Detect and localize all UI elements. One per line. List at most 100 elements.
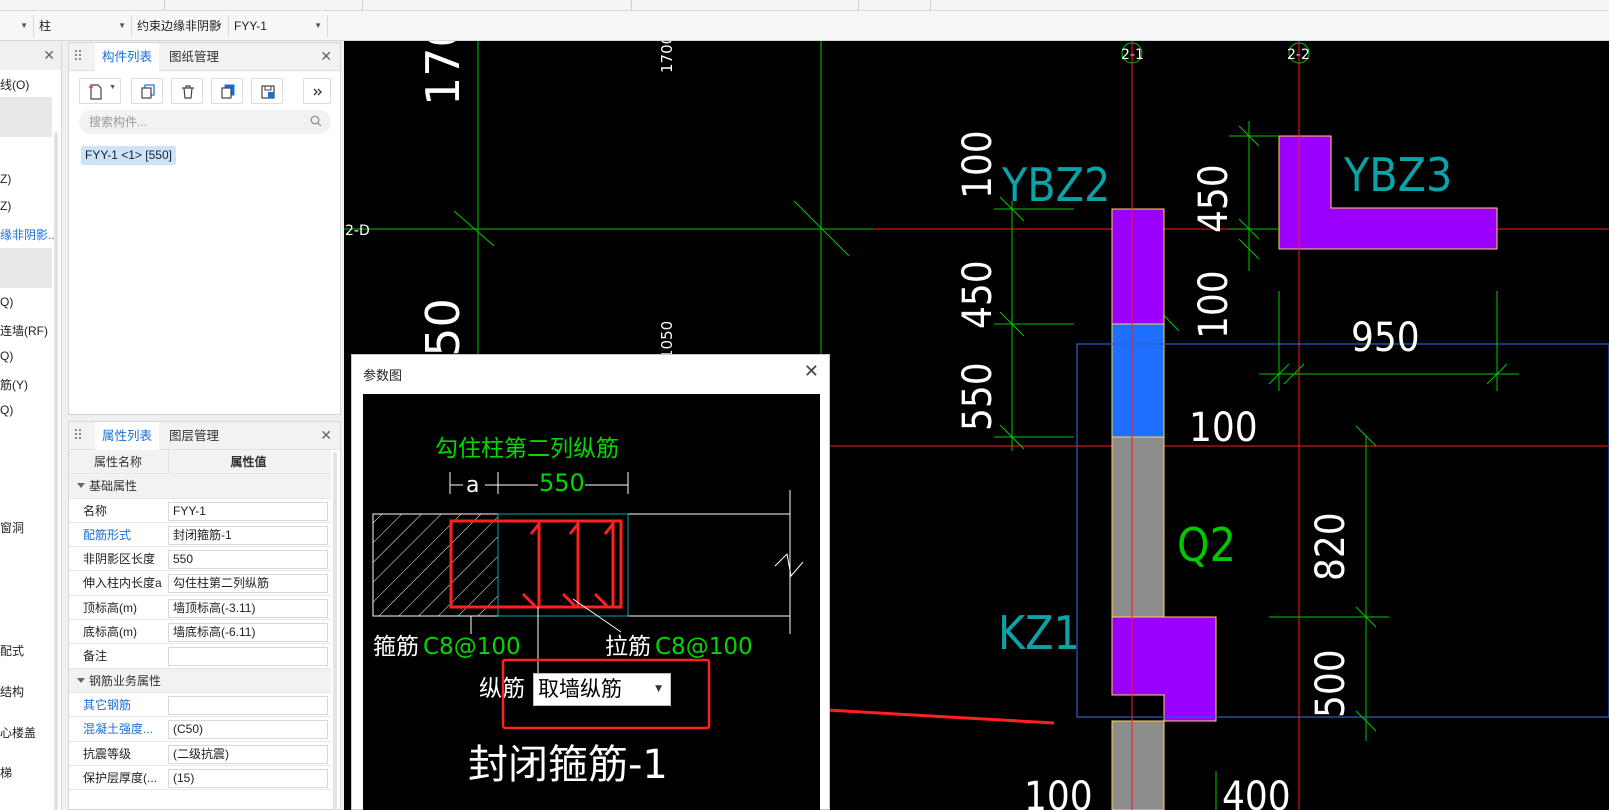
chevron-down-icon: ▼ xyxy=(118,21,126,30)
property-value-field[interactable] xyxy=(168,695,328,715)
property-value-field[interactable]: (15) xyxy=(168,768,328,788)
dimension-text: 100 xyxy=(955,130,1001,199)
nav-item[interactable]: 连墙(RF) xyxy=(0,322,48,339)
component-list-panel: 构件列表 图纸管理 ✕ ▼ 搜索构件... FYY-1 <1> [550] xyxy=(68,42,341,415)
copy-icon xyxy=(141,84,155,99)
drag-handle-icon[interactable] xyxy=(75,50,81,62)
property-row: 混凝土强度... (C50) xyxy=(69,717,331,742)
property-table: 属性名称 属性值 基础属性 名称 FYY-1 配筋形式 封闭箍筋-1 非阴影区长度 5… xyxy=(69,450,331,791)
nav-item[interactable]: 配式 xyxy=(0,642,24,659)
wall-segment[interactable] xyxy=(1111,436,1165,618)
dimension-text: 950 xyxy=(1351,315,1420,361)
wall-segment[interactable] xyxy=(1111,720,1165,810)
component-list-item[interactable]: FYY-1 <1> [550] xyxy=(81,146,176,165)
property-table-header: 属性名称 属性值 xyxy=(69,450,331,475)
panel-tabs: 属性列表 图层管理 ✕ xyxy=(69,422,340,451)
category-dropdown[interactable]: 柱 ▼ xyxy=(35,15,132,37)
tab-property-list[interactable]: 属性列表 xyxy=(95,422,160,451)
group-label: 钢筋业务属性 xyxy=(89,673,162,688)
property-name: 底标高(m) xyxy=(83,625,137,640)
property-name[interactable]: 混凝土强度... xyxy=(83,717,169,741)
property-name: 伸入柱内长度a xyxy=(83,576,162,591)
nav-item[interactable]: 心楼盖 xyxy=(0,724,36,741)
property-group-basic[interactable]: 基础属性 xyxy=(69,474,331,499)
nav-item[interactable]: Z) xyxy=(0,199,11,213)
dimension-a-label: a xyxy=(466,473,479,498)
tab-drawing-management[interactable]: 图纸管理 xyxy=(162,43,226,71)
nav-item[interactable]: Q) xyxy=(0,349,13,363)
type-dropdown[interactable]: 约束边缘非阴影 ▼ xyxy=(133,15,229,37)
property-name: 保护层厚度(... xyxy=(83,770,157,785)
nav-item[interactable]: 筋(Y) xyxy=(0,376,28,393)
collapse-triangle-icon[interactable] xyxy=(77,483,85,489)
dimension-text: 1700 xyxy=(658,41,676,73)
stirrup-value: C8@100 xyxy=(423,634,521,660)
wall-elements xyxy=(1111,135,1498,810)
element-label-q2: Q2 xyxy=(1177,518,1236,572)
property-value-field[interactable]: 550 xyxy=(168,550,328,570)
longitudinal-rebar-select[interactable]: 取墙纵筋 ▼ xyxy=(533,673,671,706)
nav-item[interactable]: 结构 xyxy=(0,683,24,700)
axis-label-2-D: 2-D xyxy=(345,223,370,239)
wall-segment[interactable] xyxy=(1111,208,1165,325)
property-value-field[interactable]: 勾住柱第二列纵筋 xyxy=(168,574,328,594)
property-name[interactable]: 配筋形式 xyxy=(83,523,169,547)
nav-item[interactable]: 梯 xyxy=(0,764,12,781)
chevron-down-icon: ▼ xyxy=(655,684,662,694)
property-row: 配筋形式 封闭箍筋-1 xyxy=(69,523,331,548)
search-input[interactable]: 搜索构件... xyxy=(79,110,331,134)
drag-handle-icon[interactable] xyxy=(75,429,81,441)
property-value-field[interactable]: FYY-1 xyxy=(168,501,328,521)
property-value-field[interactable] xyxy=(168,647,328,667)
property-value-field[interactable]: 墙底标高(-6.11) xyxy=(168,623,328,643)
save-icon xyxy=(261,85,275,99)
tab-layer-management[interactable]: 图层管理 xyxy=(162,422,226,450)
delete-button[interactable] xyxy=(171,78,203,104)
component-dropdown[interactable]: FYY-1 ▼ xyxy=(230,15,328,37)
duplicate-button[interactable] xyxy=(211,78,243,104)
property-row: 备注 xyxy=(69,644,331,669)
nav-item[interactable]: 窗洞 xyxy=(0,519,24,536)
nav-item[interactable]: 缘非阴影... xyxy=(0,226,58,243)
scrollbar[interactable] xyxy=(333,452,337,810)
nav-item[interactable]: Z) xyxy=(0,172,11,186)
dimension-text: 500 xyxy=(1308,649,1354,718)
nav-item[interactable]: Q) xyxy=(0,403,13,417)
nav-item[interactable]: Q) xyxy=(0,295,13,309)
property-row: 顶标高(m) 墙顶标高(-3.11) xyxy=(69,596,331,621)
dimension-text: 100 xyxy=(1191,270,1237,339)
collapse-triangle-icon[interactable] xyxy=(77,677,85,683)
parameter-diagram-dialog: 参数图 ✕ 勾住柱第二列纵筋 a 550 箍筋 C8@100 拉筋 C8@100… xyxy=(351,354,830,810)
close-icon[interactable]: ✕ xyxy=(320,427,332,444)
column-kz1[interactable] xyxy=(1111,616,1217,722)
break-line xyxy=(774,490,804,634)
tie-value: C8@100 xyxy=(655,634,753,660)
close-icon[interactable]: ✕ xyxy=(804,361,819,382)
property-value-field[interactable]: 墙顶标高(-3.11) xyxy=(168,598,328,618)
property-value-field[interactable]: (二级抗震) xyxy=(168,744,328,764)
wall-segment[interactable] xyxy=(1111,323,1165,438)
save-button[interactable] xyxy=(251,78,283,104)
navigation-panel-header: ✕ xyxy=(0,42,61,70)
property-name: 非阴影区长度 xyxy=(83,552,156,567)
wall-outline xyxy=(498,513,790,617)
nav-item[interactable]: 线(O) xyxy=(0,76,29,93)
close-icon[interactable]: ✕ xyxy=(320,48,332,65)
new-component-button[interactable]: ▼ xyxy=(79,78,121,104)
copy-button[interactable] xyxy=(131,78,163,104)
top-menu-strip xyxy=(0,0,1609,11)
property-row: 其它钢筋 xyxy=(69,693,331,718)
new-file-icon xyxy=(89,84,102,100)
property-value-field[interactable]: 封闭箍筋-1 xyxy=(168,525,328,545)
close-icon[interactable]: ✕ xyxy=(43,47,55,64)
tab-component-list[interactable]: 构件列表 xyxy=(95,43,160,72)
more-button[interactable] xyxy=(303,78,331,104)
floor-dropdown[interactable]: ▼ xyxy=(0,15,34,37)
axis-label-2-2: 2-2 xyxy=(1287,47,1310,63)
scrollbar[interactable] xyxy=(54,132,58,810)
property-value-field[interactable]: (C50) xyxy=(168,720,328,740)
property-name[interactable]: 其它钢筋 xyxy=(83,693,169,717)
property-group-rebar[interactable]: 钢筋业务属性 xyxy=(69,668,331,693)
property-name: 名称 xyxy=(83,503,108,518)
element-label-kz1: KZ1 xyxy=(998,606,1080,660)
